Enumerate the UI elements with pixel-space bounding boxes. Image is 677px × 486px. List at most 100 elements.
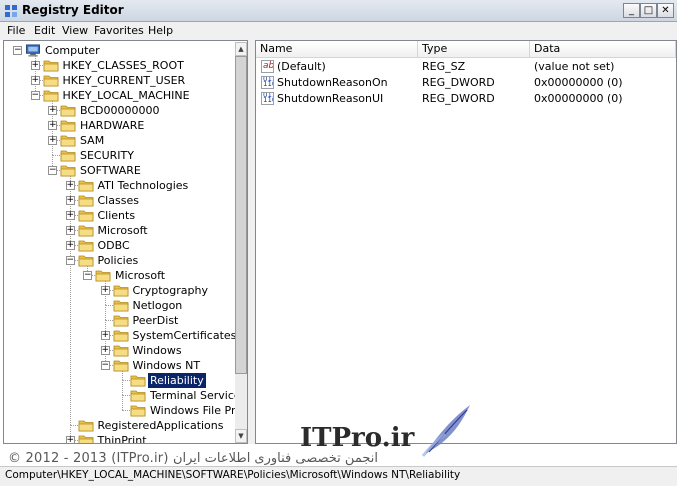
tree-node[interactable]: + ThinPrint (4, 433, 234, 443)
scroll-up-arrow-icon[interactable]: ▲ (235, 42, 247, 56)
menu-help[interactable]: Help (148, 24, 173, 37)
tree-node-label: Computer (45, 44, 100, 57)
folder-icon (95, 270, 111, 282)
tree-node[interactable]: + Clients (4, 208, 234, 223)
tree-node[interactable]: + SystemCertificates (4, 328, 236, 343)
column-header-data[interactable]: Data (530, 41, 676, 57)
collapse-icon[interactable]: − (48, 166, 57, 175)
tree-node-label: Microsoft (97, 224, 148, 237)
column-header-type[interactable]: Type (418, 41, 530, 57)
folder-icon (113, 345, 128, 357)
scroll-down-arrow-icon[interactable]: ▼ (235, 429, 247, 443)
column-header-name[interactable]: Name (256, 41, 418, 57)
folder-icon (43, 60, 58, 72)
expand-icon[interactable]: + (65, 436, 75, 443)
tree-node[interactable]: − Policies (4, 253, 234, 268)
value-row[interactable]: ab (Default) REG_SZ (value not set) (256, 59, 676, 75)
folder-icon (78, 255, 93, 267)
expand-icon[interactable]: + (65, 211, 75, 220)
list-header: Name Type Data (256, 41, 676, 58)
expand-icon[interactable]: + (100, 346, 110, 355)
folder-icon (113, 360, 128, 372)
expand-icon[interactable]: + (100, 331, 110, 340)
folder-icon (43, 90, 58, 102)
collapse-icon[interactable]: − (30, 91, 40, 100)
collapse-icon[interactable]: − (65, 256, 75, 265)
expand-icon[interactable]: + (48, 136, 57, 145)
tree-node-label: SAM (80, 134, 105, 147)
tree-node-label: Windows (132, 344, 182, 357)
tree-node[interactable]: + HKEY_CURRENT_USER (4, 73, 234, 88)
tree-node[interactable]: + HKEY_CLASSES_ROOT (4, 58, 234, 73)
tree-node[interactable]: − Computer (4, 43, 234, 58)
folder-icon (78, 210, 93, 222)
tree-node[interactable]: + ATI Technologies (4, 178, 234, 193)
tree-node[interactable]: + HARDWARE (4, 118, 234, 133)
expand-icon[interactable]: + (65, 241, 75, 250)
tree-node[interactable]: + Windows (4, 343, 234, 358)
value-name: ShutdownReasonUI (277, 92, 384, 105)
value-row[interactable]: 011 110ShutdownReasonOn REG_DWORD 0x000000… (256, 75, 676, 91)
tree-vertical-scrollbar[interactable]: ▲ ▼ (235, 42, 247, 443)
expand-icon[interactable]: + (48, 106, 57, 115)
values-list-pane[interactable]: Name Type Data ab (Default) REG_SZ (value n… (255, 40, 677, 444)
tree-node[interactable]: − Windows NT (4, 358, 234, 373)
watermark-copyright: © 2012 - 2013 (ITPro.ir) انجمن تخصصی فنا… (8, 451, 378, 466)
tree-node[interactable]: RegisteredApplications (4, 418, 234, 433)
collapse-icon[interactable]: − (13, 46, 22, 55)
expand-icon[interactable]: + (65, 196, 75, 205)
expand-icon[interactable]: + (30, 76, 40, 85)
value-row[interactable]: 011 110ShutdownReasonUI REG_DWORD 0x000000… (256, 91, 676, 107)
collapse-icon[interactable]: − (100, 361, 110, 370)
expand-icon[interactable]: + (48, 121, 57, 130)
expand-icon[interactable]: + (65, 226, 75, 235)
tree-node[interactable]: − Microsoft (4, 268, 234, 283)
close-button[interactable]: ✕ (657, 3, 674, 18)
folder-icon (78, 225, 93, 237)
tree-node[interactable]: + ODBC (4, 238, 234, 253)
title-bar: Registry Editor _ □ ✕ (0, 0, 677, 22)
value-data: 0x00000000 (0) (534, 76, 623, 89)
tree-node[interactable]: Terminal Services (4, 388, 246, 403)
scroll-thumb[interactable] (235, 56, 247, 374)
tree-node[interactable]: − HKEY_LOCAL_MACHINE (4, 88, 234, 103)
menu-file[interactable]: File (7, 24, 25, 37)
value-type: REG_DWORD (422, 92, 495, 105)
key-tree-pane[interactable]: − Computer + HKEY_CLASSES_ROOT + HKEY_CURRENT… (3, 40, 248, 444)
tree-node[interactable]: Reliability (4, 373, 234, 388)
minimize-button[interactable]: _ (623, 3, 640, 18)
tree-node-label: PeerDist (132, 314, 179, 327)
expand-icon[interactable]: + (30, 61, 40, 70)
tree-node[interactable]: + Classes (4, 193, 234, 208)
value-data: 0x00000000 (0) (534, 92, 623, 105)
folder-icon (60, 105, 76, 117)
folder-icon (130, 390, 146, 402)
tree-node-label: Netlogon (132, 299, 183, 312)
value-name: (Default) (277, 60, 326, 73)
folder-icon (113, 315, 128, 327)
tree-node[interactable]: − SOFTWARE (4, 163, 234, 178)
tree-node-label: BCD00000000 (80, 104, 160, 117)
tree-node[interactable]: Windows File Prote (4, 403, 247, 418)
tree-node[interactable]: Netlogon (4, 298, 234, 313)
folder-icon (78, 240, 93, 252)
expand-icon[interactable]: + (100, 286, 110, 295)
tree-node[interactable]: SECURITY (4, 148, 234, 163)
tree-node[interactable]: + Microsoft (4, 223, 234, 238)
menu-favorites[interactable]: Favorites (94, 24, 144, 37)
maximize-button[interactable]: □ (640, 3, 657, 18)
pane-splitter[interactable] (248, 40, 255, 444)
menu-edit[interactable]: Edit (34, 24, 55, 37)
expand-icon[interactable]: + (65, 181, 75, 190)
value-type: REG_DWORD (422, 76, 495, 89)
tree-node[interactable]: PeerDist (4, 313, 234, 328)
tree-node-label: Windows NT (132, 359, 201, 372)
menu-view[interactable]: View (62, 24, 88, 37)
menu-bar: File Edit View Favorites Help (0, 22, 677, 40)
collapse-icon[interactable]: − (83, 271, 92, 280)
tree-node[interactable]: + BCD00000000 (4, 103, 234, 118)
tree-node[interactable]: + SAM (4, 133, 234, 148)
folder-icon (78, 420, 93, 432)
tree-node[interactable]: + Cryptography (4, 283, 234, 298)
tree-node-label: Policies (97, 254, 139, 267)
